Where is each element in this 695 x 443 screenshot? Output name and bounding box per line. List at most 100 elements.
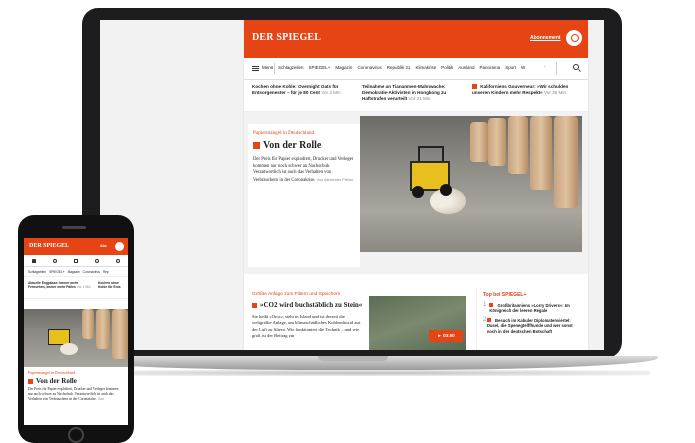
mobile-account-icon[interactable] (115, 242, 124, 251)
laptop-screen: DER SPIEGEL Abonnement Menü Schlagzeilen… (100, 20, 604, 350)
mobile-ticker-time: Vor 1 Min (76, 285, 91, 290)
ticker-time: Vor 2 Min (321, 90, 341, 95)
ticker-item[interactable]: Teilnahme an Tiananmen-Mahnwache: Demokr… (362, 84, 472, 111)
laptop-notch (318, 356, 388, 361)
hero-title[interactable]: Von der Rolle (253, 140, 355, 151)
hero-title-text: Von der Rolle (263, 140, 322, 151)
headphones-icon[interactable] (94, 258, 99, 263)
mobile-hero-title[interactable]: Von der Rolle (28, 377, 124, 385)
spiegel-plus-icon (486, 317, 491, 322)
mobile-nav-item[interactable]: Coronavirus (83, 270, 100, 274)
hero-teaser-text: Der Preis für Papier explodiert, Drucker… (253, 157, 355, 184)
story-summary: Sie heißt »Orca«, steht in Island und is… (252, 314, 361, 339)
sidebar-title: Top bei SPIEGEL+ (483, 292, 527, 298)
paper-roll-image (508, 116, 528, 174)
nav-item-schlagzeilen[interactable]: Schlagzeilen (278, 65, 304, 70)
account-icon[interactable] (566, 30, 582, 46)
ticker-headline: Teilnahme an Tiananmen-Mahnwache: Demokr… (362, 84, 447, 101)
nav-divider (556, 62, 557, 75)
lower-section: Größte Anlage zum Filtern und Speichern … (244, 282, 588, 350)
video-duration: 03:50 (443, 333, 455, 338)
spiegel-plus-icon (472, 84, 477, 90)
spiegel-plus-icon (489, 303, 494, 307)
hero-photo-forklift-paper-rolls[interactable] (360, 116, 582, 252)
hero-teaser[interactable]: Papiermangel in Deutschland Von der Roll… (244, 112, 588, 274)
story-kicker: Größte Anlage zum Filtern und Speichern (252, 292, 341, 297)
phone-home-button (68, 427, 84, 443)
spiegel-plus-icon (28, 378, 33, 384)
nav-item-ausland[interactable]: Ausland (458, 65, 474, 70)
paper-roll-image (530, 116, 552, 190)
paper-roll-image (96, 309, 110, 349)
mobile-nav-item[interactable]: SPIEGEL+ (49, 270, 65, 274)
nav-item-magazin[interactable]: Magazin (335, 65, 352, 70)
story-teaser[interactable]: Größte Anlage zum Filtern und Speichern … (252, 292, 364, 340)
video-duration-badge[interactable]: ► 03:50 (429, 330, 463, 342)
user-icon[interactable] (115, 258, 120, 263)
nav-item-sport[interactable]: Sport (505, 65, 516, 70)
site-logo[interactable]: DER SPIEGEL (252, 32, 321, 43)
paper-roll-image (82, 309, 94, 339)
paper-roll-image (470, 122, 488, 162)
mobile-hero-kicker: Papiermangel in Deutschland (28, 370, 76, 375)
nav-separator (274, 63, 275, 74)
nav-item-coronavirus[interactable]: Coronavirus (357, 65, 381, 70)
paper-roll-image (554, 116, 578, 208)
nav-items: Schlagzeilen SPIEGEL+ Magazin Coronaviru… (278, 65, 525, 70)
mobile-ticker-headline: Aktuelle Engpässe: Immer mehr Fernsehen,… (28, 281, 79, 290)
sidebar-item[interactable]: 2 Besuch im Kabuler Diplomatenviertel: D… (483, 317, 578, 334)
menu-button[interactable]: Menü (262, 65, 273, 70)
paper-roll-image (488, 118, 506, 166)
spiegel-plus-icon (252, 302, 257, 308)
clock-icon[interactable] (53, 258, 58, 263)
mobile-hero-author: Von (97, 396, 104, 401)
ticker-item[interactable]: Kaliforniens Gouverneur: »Wir schulden u… (472, 84, 582, 111)
story-title-text: »CO2 wird buchstäblich zu Stein« (260, 301, 363, 309)
mobile-ticker-item[interactable]: Aktuelle Engpässe: Immer mehr Fernsehen,… (28, 281, 94, 294)
laptop-shadow (70, 370, 650, 376)
mobile-hero-text: Der Preis für Papier explodiert, Drucker… (28, 387, 124, 401)
nav-item-klimakrise[interactable]: Klimakrise (415, 65, 436, 70)
nav-item-truncated[interactable]: W (521, 65, 525, 70)
sidebar-item-title: Großbritanniens »Lorry Drivers«: Im Köni… (489, 303, 570, 314)
mobile-icon-bar (24, 255, 128, 267)
phone-speaker (62, 226, 86, 229)
mobile-hero-title-text: Von der Rolle (36, 377, 77, 385)
nav-scroll-right-icon[interactable]: › (544, 64, 546, 70)
mobile-ticker-item[interactable]: Kochen ohne Kohle für Ents (98, 281, 124, 294)
mobile-ticker-headline: Kochen ohne Kohle für Ents (98, 281, 121, 290)
ticker-time: Vor 36 Min (544, 90, 566, 95)
mobile-nav-item[interactable]: Schlagzeilen (28, 270, 46, 274)
forklift-wheel-image (412, 186, 424, 198)
mobile-navigation: Schlagzeilen SPIEGEL+ Magazin Coronaviru… (24, 267, 128, 277)
desktop-website: DER SPIEGEL Abonnement Menü Schlagzeilen… (244, 20, 588, 350)
nav-item-spiegel-plus[interactable]: SPIEGEL+ (309, 65, 331, 70)
mobile-nav-item[interactable]: Rep (103, 270, 109, 274)
subscription-link[interactable]: Abonnement (530, 35, 561, 41)
site-header: DER SPIEGEL Abonnement (244, 20, 588, 58)
paper-roll-image (60, 343, 78, 355)
story-title[interactable]: »CO2 wird buchstäblich zu Stein« (252, 301, 364, 309)
sidebar-item-text: Besuch im Kabuler Diplomatenviertel: Dus… (486, 317, 578, 334)
mobile-logo[interactable]: DER SPIEGEL (29, 243, 69, 249)
sidebar-item-text: Großbritanniens »Lorry Drivers«: Im Köni… (489, 303, 578, 314)
mobile-hero-photo[interactable] (24, 309, 128, 367)
news-ticker: Kochen ohne Kohle: Overnight Oats für En… (244, 80, 588, 112)
search-icon[interactable] (573, 64, 579, 70)
nav-item-republik-21[interactable]: Republik 21 (387, 65, 411, 70)
nav-item-politik[interactable]: Politik (441, 65, 453, 70)
nav-item-panorama[interactable]: Panorama (480, 65, 501, 70)
magazine-icon[interactable] (73, 258, 78, 263)
hamburger-menu-icon[interactable] (252, 66, 259, 71)
story-photo-co2-plant[interactable]: ► 03:50 (369, 296, 466, 350)
paper-roll-image (112, 309, 128, 359)
sidebar-item[interactable]: 1 Großbritanniens »Lorry Drivers«: Im Kö… (483, 302, 578, 314)
ticker-time: Vor 21 Min (408, 96, 431, 101)
mobile-header: DER SPIEGEL Abo (24, 238, 128, 255)
phone-screen: DER SPIEGEL Abo Schlagzeilen SPIEGEL+ Ma… (24, 238, 128, 425)
home-icon[interactable] (32, 258, 37, 263)
mobile-abo-link[interactable]: Abo (100, 244, 107, 248)
ticker-item[interactable]: Kochen ohne Kohle: Overnight Oats für En… (252, 84, 362, 111)
mobile-nav-item[interactable]: Magazin (68, 270, 80, 274)
main-navigation: Menü Schlagzeilen SPIEGEL+ Magazin Coron… (244, 58, 588, 80)
